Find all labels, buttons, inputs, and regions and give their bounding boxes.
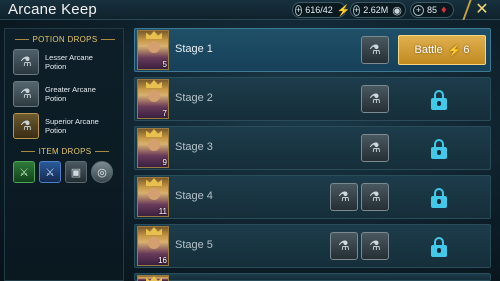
boss-portrait: 11 (137, 177, 169, 217)
boss-portrait (137, 275, 169, 281)
lightning-icon: ⚡ (336, 4, 351, 17)
add-silver-icon[interactable]: + (353, 4, 361, 16)
blue-sword-icon[interactable]: ⚔ (39, 161, 61, 183)
lock-icon (431, 139, 447, 159)
chest-icon[interactable]: ▣ (65, 161, 87, 183)
potion-row-greater[interactable]: ⚗ Greater Arcane Potion (13, 81, 123, 107)
boss-portrait: 5 (137, 30, 169, 70)
stage-name: Stage 4 (175, 190, 213, 202)
add-energy-icon[interactable]: + (295, 4, 303, 16)
stage-level: 5 (162, 60, 167, 69)
boss-portrait: 9 (137, 128, 169, 168)
potion-row-superior[interactable]: ⚗ Superior Arcane Potion (13, 113, 123, 139)
stage-name: Stage 5 (175, 239, 213, 251)
stage-row-4[interactable]: 11 Stage 4 ⚗ ⚗ (134, 175, 491, 219)
silver-value: 2.62M (363, 5, 389, 15)
potion-drop-icon[interactable]: ⚗ (330, 232, 358, 260)
crown-icon (146, 227, 162, 235)
drops-panel: POTION DROPS ⚗ Lesser Arcane Potion ⚗ Gr… (4, 28, 124, 281)
potion-label: Lesser Arcane Potion (45, 53, 93, 71)
stage-name: Stage 1 (175, 43, 213, 55)
boss-portrait: 7 (137, 79, 169, 119)
stage-row-5[interactable]: 16 Stage 5 ⚗ ⚗ (134, 224, 491, 268)
lesser-potion-icon: ⚗ (13, 49, 39, 75)
crown-icon (146, 178, 162, 186)
top-bar: Arcane Keep + 616/42 ⚡ + 2.62M ◉ + 85 ♦ … (0, 0, 500, 20)
potion-drop-icon[interactable]: ⚗ (361, 183, 389, 211)
potion-drop-icon[interactable]: ⚗ (330, 183, 358, 211)
page-title: Arcane Keep (8, 1, 97, 18)
potion-drops-heading: POTION DROPS (5, 35, 125, 44)
add-gems-icon[interactable]: + (413, 4, 424, 16)
crown-icon (146, 31, 162, 39)
gem-counter[interactable]: + 85 ♦ (410, 2, 454, 18)
portrait-face (148, 139, 160, 151)
potion-label: Superior Arcane Potion (45, 117, 99, 135)
potion-row-lesser[interactable]: ⚗ Lesser Arcane Potion (13, 49, 123, 75)
stage-level: 9 (162, 158, 167, 167)
crown-icon (146, 276, 162, 281)
boss-portrait: 16 (137, 226, 169, 266)
portrait-face (148, 188, 160, 200)
energy-value: 616/42 (305, 5, 333, 15)
green-sword-icon[interactable]: ⚔ (13, 161, 35, 183)
superior-potion-icon: ⚗ (13, 113, 39, 139)
potion-drop-icon[interactable]: ⚗ (361, 85, 389, 113)
greater-potion-icon: ⚗ (13, 81, 39, 107)
close-icon[interactable]: ✕ (472, 0, 492, 20)
lock-icon (431, 90, 447, 110)
stage-level: 16 (158, 256, 167, 265)
stage-level: 7 (162, 109, 167, 118)
item-drops-heading: ITEM DROPS (5, 147, 125, 156)
silver-coin-icon[interactable]: ◎ (91, 161, 113, 183)
silver-coin-icon: ◉ (392, 4, 402, 17)
battle-label: Battle (414, 44, 443, 56)
energy-counter[interactable]: + 616/42 ⚡ (292, 2, 351, 18)
crown-icon (146, 129, 162, 137)
lock-icon (431, 188, 447, 208)
stage-level: 11 (158, 207, 167, 216)
stage-row-6-partial[interactable] (134, 273, 491, 281)
battle-button[interactable]: Battle ⚡ 6 (398, 35, 486, 65)
potion-drop-icon[interactable]: ⚗ (361, 36, 389, 64)
lock-icon (431, 237, 447, 257)
lightning-icon: ⚡ (447, 44, 462, 57)
battle-energy-cost: 6 (463, 44, 470, 56)
portrait-face (148, 237, 160, 249)
stage-row-2[interactable]: 7 Stage 2 ⚗ (134, 77, 491, 121)
gems-value: 85 (427, 5, 438, 15)
potion-label: Greater Arcane Potion (45, 85, 96, 103)
stage-name: Stage 3 (175, 141, 213, 153)
silver-counter[interactable]: + 2.62M ◉ (350, 2, 406, 18)
portrait-face (148, 41, 160, 53)
potion-drop-icon[interactable]: ⚗ (361, 134, 389, 162)
stage-name: Stage 2 (175, 92, 213, 104)
crown-icon (146, 80, 162, 88)
portrait-face (148, 90, 160, 102)
corner-decoration (450, 0, 472, 20)
ruby-icon: ♦ (441, 4, 447, 16)
stage-row-1[interactable]: 5 Stage 1 ⚗ Battle ⚡ 6 (134, 28, 491, 72)
item-drops-list: ⚔ ⚔ ▣ ◎ (13, 161, 113, 183)
potion-drop-icon[interactable]: ⚗ (361, 232, 389, 260)
stage-row-3[interactable]: 9 Stage 3 ⚗ (134, 126, 491, 170)
